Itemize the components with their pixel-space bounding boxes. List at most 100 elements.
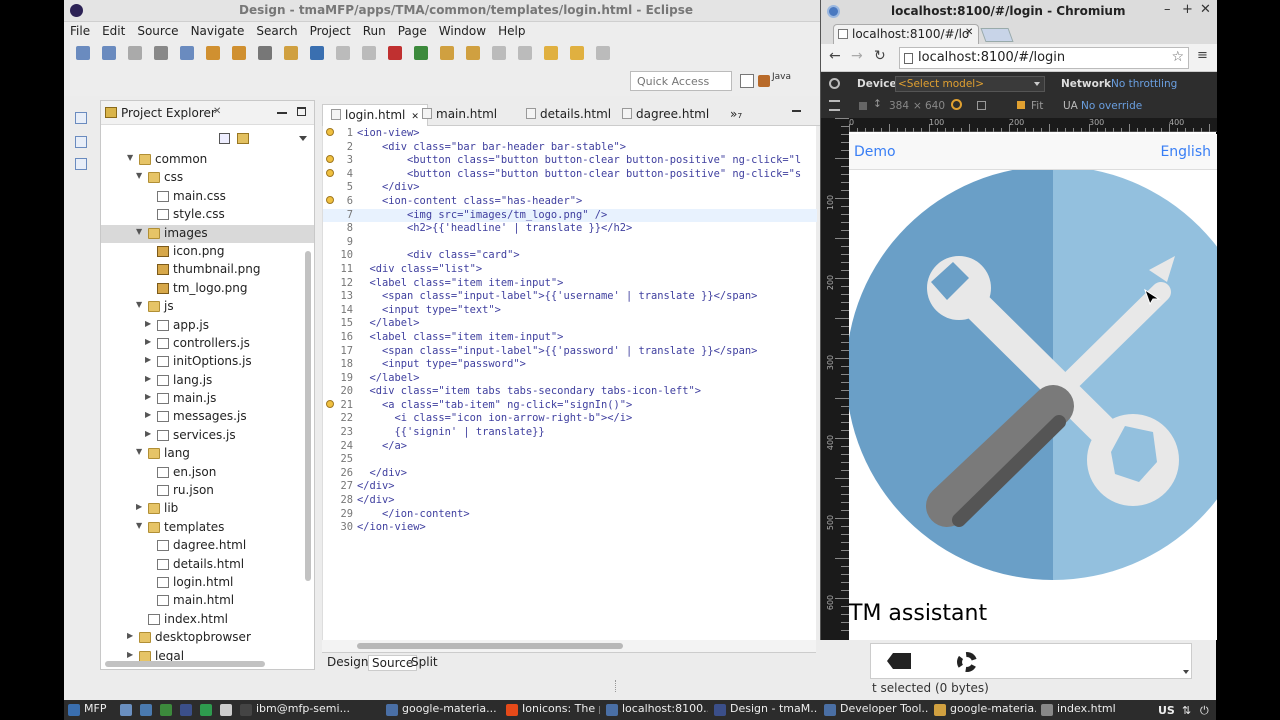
view-menu-icon[interactable] [299,136,307,141]
ua-value[interactable]: No override [1081,100,1142,112]
rotate-icon[interactable] [829,100,840,111]
outline-icon[interactable] [75,158,87,170]
toolbar-icon[interactable] [180,46,194,60]
tree-item-main-js[interactable]: ▶ main.js [101,390,314,408]
menu-edit[interactable]: Edit [96,22,131,42]
tree-item-common[interactable]: ▼ common [101,151,314,169]
help-lifebuoy-icon[interactable] [957,652,977,672]
code-line[interactable]: 22 <i class="icon ion-arrow-right-b"></i… [323,412,817,426]
menu-source[interactable]: Source [131,22,184,42]
collapsed-arrow-icon[interactable]: ▶ [145,319,151,328]
code-line[interactable]: 29 </ion-content> [323,508,817,522]
expanded-arrow-icon[interactable]: ▼ [136,300,142,309]
forward-icon[interactable]: → [851,48,863,64]
code-line[interactable]: 10 <div class="card"> [323,249,817,263]
tree-item-services-js[interactable]: ▶ services.js [101,427,314,445]
tree-scrollbar[interactable] [305,251,311,581]
toolbar-icon[interactable] [388,46,402,60]
tab-close-icon[interactable]: ✕ [965,27,973,38]
code-line[interactable]: 19 </label> [323,372,817,386]
collapsed-arrow-icon[interactable]: ▶ [145,429,151,438]
editor-hscrollbar[interactable] [322,640,816,652]
collapsed-arrow-icon[interactable]: ▶ [145,410,151,419]
device-select[interactable]: <Select model> [895,76,1045,92]
code-line[interactable]: 2 <div class="bar bar-header bar-stable"… [323,141,817,155]
collapse-all-icon[interactable] [219,133,230,144]
height-input[interactable]: 640 [925,100,945,112]
code-line[interactable]: 27 </div> [323,480,817,494]
width-input[interactable]: 384 [889,100,909,112]
collapsed-arrow-icon[interactable]: ▶ [145,337,151,346]
open-perspective-icon[interactable] [740,74,754,88]
tree-item-style-css[interactable]: style.css [101,206,314,224]
tree-item-js[interactable]: ▼ js [101,298,314,316]
menu-search[interactable]: Search [250,22,303,42]
code-line[interactable]: 3 <button class="button button-clear but… [323,154,817,168]
screen-checkbox[interactable] [859,102,867,110]
tree-item-details-html[interactable]: details.html [101,556,314,574]
code-line[interactable]: 30 </ion-view> [323,521,817,535]
english-button[interactable]: English [1160,144,1211,160]
tree-item-icon-png[interactable]: icon.png [101,243,314,261]
tree-item-lib[interactable]: ▶ lib [101,500,314,518]
mode-tab-split[interactable]: Split [408,655,441,669]
toolbar-icon[interactable] [206,46,220,60]
power-tray-icon[interactable]: ⏻ [1200,704,1209,718]
swap-dimensions-icon[interactable] [951,99,962,110]
tree-item-thumbnail-png[interactable]: thumbnail.png [101,261,314,279]
toolbar-icon[interactable] [76,46,90,60]
close-window-button[interactable]: ✕ [1200,2,1211,17]
tree-item-main-html[interactable]: main.html [101,592,314,610]
code-line[interactable]: 13 <span class="input-label">{{'username… [323,290,817,304]
collapsed-arrow-icon[interactable]: ▶ [145,374,151,383]
code-line[interactable]: 26 </div> [323,467,817,481]
toolbar-icon[interactable] [258,46,272,60]
taskbar-item[interactable]: google-materia... [932,702,1036,718]
editor-tab[interactable]: dagree.html [614,104,717,126]
toolbar-icon[interactable] [492,46,506,60]
collapsed-arrow-icon[interactable]: ▶ [136,502,142,511]
code-line[interactable]: 28 </div> [323,494,817,508]
taskbar-item[interactable] [138,702,156,718]
toolbar-icon[interactable] [284,46,298,60]
taskbar-item[interactable]: Ionicons: The p... [504,702,600,718]
menu-navigate[interactable]: Navigate [185,22,251,42]
expanded-arrow-icon[interactable]: ▼ [127,153,133,162]
code-line[interactable]: 14 <input type="text"> [323,304,817,318]
code-line[interactable]: 25 [323,453,817,467]
code-line[interactable]: 15 </label> [323,317,817,331]
toolbar-icon[interactable] [154,46,168,60]
tree-item-lang[interactable]: ▼ lang [101,445,314,463]
menu-icon[interactable]: ≡ [1197,48,1208,63]
expanded-arrow-icon[interactable]: ▼ [136,227,142,236]
fit-checkbox[interactable] [1017,101,1025,109]
emulation-toggle-icon[interactable] [829,78,840,89]
code-line[interactable]: 1 <ion-view> [323,127,817,141]
tree-item-lang-js[interactable]: ▶ lang.js [101,372,314,390]
minimize-window-button[interactable]: – [1164,2,1171,17]
editor-tab[interactable]: details.html [518,104,619,126]
demo-button[interactable]: Demo [854,144,896,160]
tree-item-tm-logo-png[interactable]: tm_logo.png [101,280,314,298]
toolbar-icon[interactable] [596,46,610,60]
tree-item-main-css[interactable]: main.css [101,188,314,206]
taskbar-item[interactable] [218,702,236,718]
collapsed-arrow-icon[interactable]: ▶ [145,392,151,401]
toolbar-icon[interactable] [440,46,454,60]
project-explorer-title[interactable]: Project Explorer [121,106,216,120]
code-line[interactable]: 4 <button class="button button-clear but… [323,168,817,182]
tree-item-css[interactable]: ▼ css [101,169,314,187]
taskbar-item[interactable]: google-materia... [384,702,500,718]
taskbar-item[interactable] [178,702,196,718]
network-tray-icon[interactable]: ⇅ [1182,704,1191,717]
toolbar-icon[interactable] [414,46,428,60]
tree-item-index-html[interactable]: index.html [101,611,314,629]
clear-icon[interactable] [887,653,911,669]
scale-icon[interactable] [977,101,986,110]
code-line[interactable]: 12 <label class="item item-input"> [323,277,817,291]
code-editor[interactable]: 1 <ion-view> 2 <div class="bar bar-header … [322,126,817,640]
minimize-editor-icon[interactable] [792,110,801,112]
expanded-arrow-icon[interactable]: ▼ [136,447,142,456]
toolbar-icon[interactable] [336,46,350,60]
toolbar-icon[interactable] [466,46,480,60]
